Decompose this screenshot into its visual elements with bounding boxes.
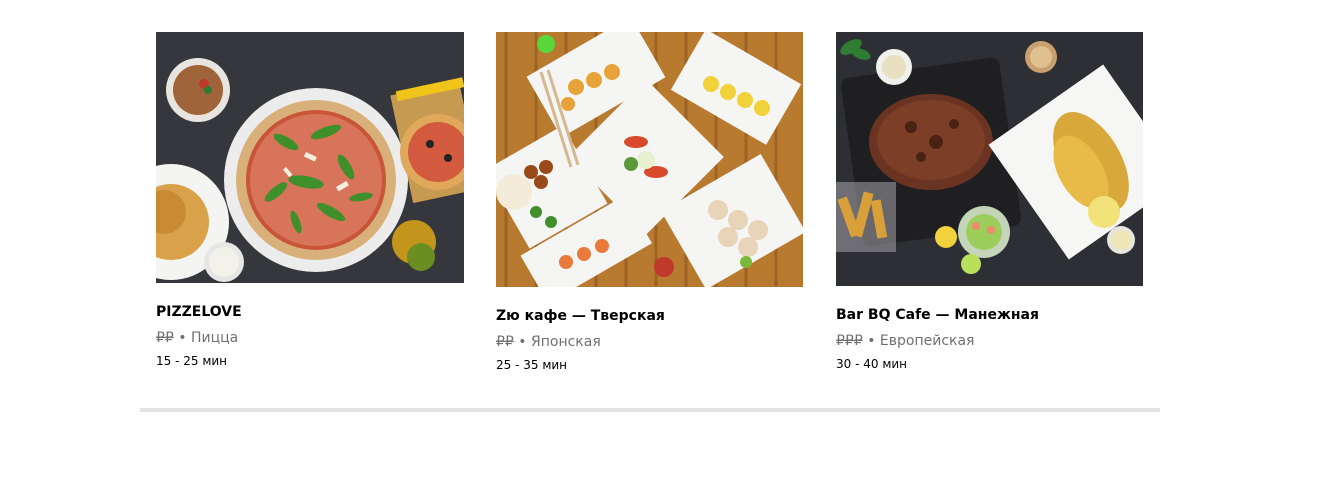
- sushi-photo[interactable]: [496, 32, 804, 287]
- delivery-time: 25 - 35 мин: [496, 358, 568, 372]
- section-divider: [140, 408, 1160, 412]
- cuisine-label: Японская: [531, 334, 601, 350]
- delivery-time: 30 - 40 мин: [836, 357, 908, 371]
- price-level: ₽₽: [496, 334, 514, 350]
- meta-separator: •: [518, 334, 527, 350]
- meta-separator: •: [867, 333, 876, 349]
- cuisine-label: Европейская: [879, 333, 975, 349]
- pizza-photo[interactable]: [156, 32, 464, 283]
- restaurant-card-pizzelove[interactable]: PIZZELOVE ₽₽ • Пицца 15 - 25 мин: [156, 32, 464, 369]
- restaurant-card-zu-cafe[interactable]: Zю кафе — Тверская ₽₽ • Японская 25 - 35…: [496, 32, 804, 373]
- restaurant-name[interactable]: Zю кафе — Тверская: [496, 307, 804, 325]
- restaurant-meta: ₽₽₽ • Европейская: [836, 332, 1144, 350]
- price-level: ₽₽: [156, 330, 174, 346]
- steak-photo[interactable]: [836, 32, 1144, 286]
- meta-separator: •: [178, 330, 187, 346]
- price-level: ₽₽₽: [836, 333, 863, 349]
- restaurant-meta: ₽₽ • Пицца: [156, 329, 464, 347]
- delivery-time: 15 - 25 мин: [156, 354, 228, 368]
- restaurant-card-bar-bq-cafe[interactable]: Bar BQ Cafe — Манежная ₽₽₽ • Европейская…: [836, 32, 1144, 372]
- restaurant-name[interactable]: PIZZELOVE: [156, 303, 464, 321]
- restaurant-meta: ₽₽ • Японская: [496, 333, 804, 351]
- restaurant-name[interactable]: Bar BQ Cafe — Манежная: [836, 306, 1144, 324]
- cuisine-label: Пицца: [191, 330, 239, 346]
